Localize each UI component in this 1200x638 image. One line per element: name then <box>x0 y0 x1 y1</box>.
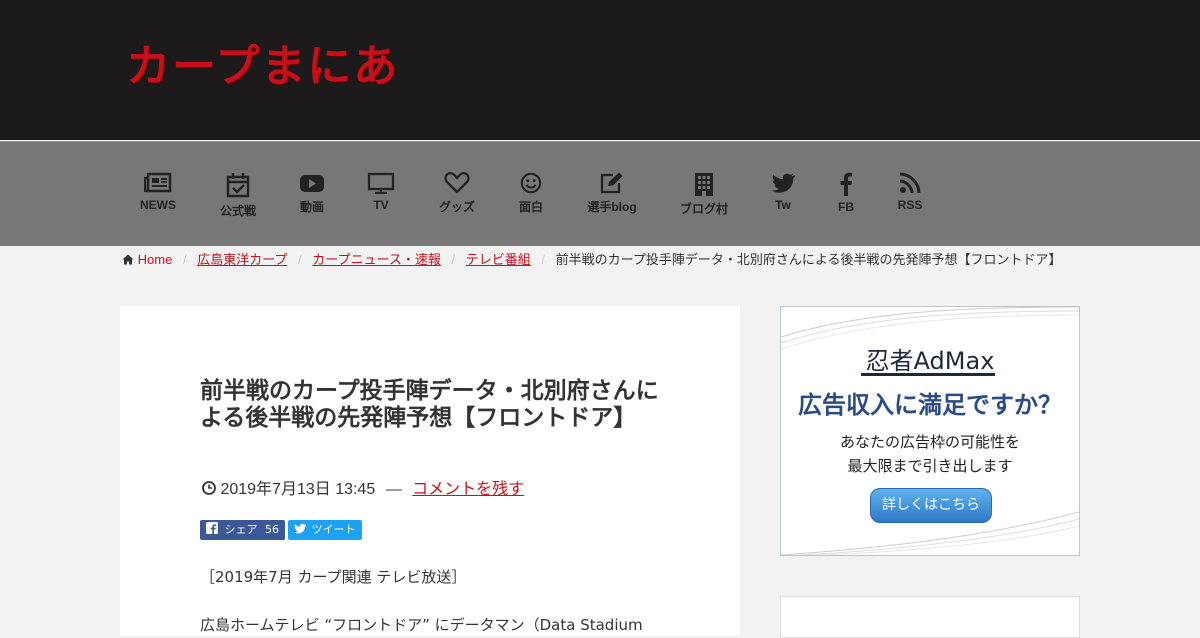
ad-brand: 忍者AdMax <box>865 347 995 375</box>
nav-label: FB <box>838 200 854 214</box>
ad-details-button[interactable]: 詳しくはこちら <box>870 488 992 523</box>
sidebar-widget <box>780 596 1080 638</box>
breadcrumb-separator: / <box>182 252 187 267</box>
nav-label: RSS <box>897 198 923 212</box>
meta-dash: — <box>385 481 402 498</box>
facebook-icon <box>840 172 852 196</box>
newspaper-icon <box>144 172 172 193</box>
share-label: シェア <box>224 523 258 536</box>
nav-label: 面白 <box>518 200 543 214</box>
nav-item-games[interactable]: 公式戦 <box>218 172 258 219</box>
calendar-check-icon <box>226 173 250 198</box>
breadcrumb-link-tv[interactable]: テレビ番組 <box>466 252 531 267</box>
nav-item-news[interactable]: NEWS <box>138 172 178 212</box>
article-title: 前半戦のカープ投手陣データ・北別府さんによる後半戦の先発陣予想【フロントドア】 <box>200 378 659 431</box>
facebook-share-button[interactable]: シェア 56 <box>200 520 285 540</box>
nav-item-tv[interactable]: TV <box>365 172 397 212</box>
share-count: 56 <box>265 523 279 536</box>
nav-item-blog-village[interactable]: ブログ村 <box>675 172 733 217</box>
nav-label: TV <box>373 198 389 212</box>
nav-item-goods[interactable]: グッズ <box>437 172 477 215</box>
nav-item-facebook[interactable]: FB <box>834 172 858 214</box>
breadcrumb-link-carp[interactable]: 広島東洋カープ <box>197 252 287 267</box>
nav-item-rss[interactable]: RSS <box>895 172 925 212</box>
breadcrumb: Home / 広島東洋カープ / カープニュース・速報 / テレビ番組 / 前半… <box>122 249 1061 268</box>
share-label: ツイート <box>311 523 356 536</box>
nav-label: Tw <box>775 198 791 212</box>
article-meta: 2019年7月13日 13:45 — コメントを残す <box>202 475 524 499</box>
breadcrumb-separator: / <box>451 252 456 267</box>
article-paragraph: ［2019年7月 カープ関連 テレビ放送］ <box>200 568 467 586</box>
breadcrumb-current: 前半戦のカープ投手陣データ・北別府さんによる後半戦の先発陣予想【フロントドア】 <box>555 252 1062 267</box>
nav-item-videos[interactable]: 動画 <box>294 172 330 215</box>
site-logo[interactable]: カープまにあ <box>126 30 399 94</box>
ad-text: あなたの広告枠の可能性を <box>839 433 1020 451</box>
nav-label: 選手blog <box>587 200 637 214</box>
tv-icon <box>367 172 395 194</box>
twitter-icon <box>294 523 307 534</box>
breadcrumb-home-link[interactable]: Home <box>138 252 173 267</box>
twitter-share-button[interactable]: ツイート <box>288 520 362 540</box>
rss-icon <box>899 172 921 194</box>
clock-icon <box>202 481 216 495</box>
ad-headline: 広告収入に満足ですか？ <box>798 391 1062 419</box>
smile-icon <box>520 172 542 194</box>
nav-label: NEWS <box>140 198 176 212</box>
nav-label: 公式戦 <box>219 204 256 218</box>
breadcrumb-link-news[interactable]: カープニュース・速報 <box>312 252 441 267</box>
breadcrumb-separator: / <box>541 252 546 267</box>
nav-label: 動画 <box>299 200 324 214</box>
facebook-icon <box>206 522 218 534</box>
ad-brand-underline <box>861 373 995 376</box>
twitter-icon <box>771 173 795 193</box>
building-icon <box>695 173 713 196</box>
post-date: 2019年7月13日 13:45 <box>220 481 376 498</box>
breadcrumb-separator: / <box>298 252 302 267</box>
heart-icon <box>444 172 470 194</box>
home-icon <box>122 254 134 265</box>
comment-link[interactable]: コメントを残す <box>412 481 524 498</box>
nav-label: ブログ村 <box>679 202 728 216</box>
edit-icon <box>600 172 623 194</box>
article-paragraph: 広島ホームテレビ “フロントドア” にデータマン（Data Stadium <box>200 616 643 634</box>
sidebar-ad[interactable]: 忍者AdMax 広告収入に満足ですか？ あなたの広告枠の可能性を 最大限まで引き… <box>780 306 1080 556</box>
nav-label: グッズ <box>438 200 475 214</box>
ad-text: 最大限まで引き出します <box>847 457 1013 475</box>
youtube-icon <box>300 175 324 192</box>
site-header: カープまにあ <box>0 0 1200 140</box>
nav-item-twitter[interactable]: Tw <box>770 172 796 212</box>
nav-item-player-blog[interactable]: 選手blog <box>582 172 642 215</box>
nav-item-funny[interactable]: 面白 <box>514 172 548 215</box>
